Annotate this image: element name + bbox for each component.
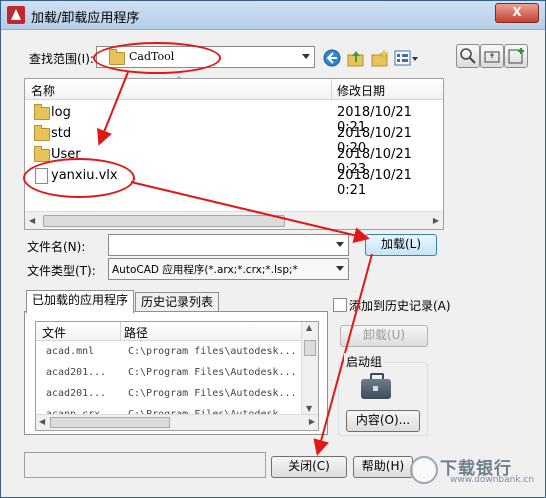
column-path-header[interactable]: 路径 — [124, 324, 148, 341]
scroll-up-icon[interactable]: ▲ — [306, 323, 312, 332]
help-button[interactable]: 帮助(H) — [353, 456, 413, 478]
chevron-down-icon — [302, 54, 310, 59]
watermark-url: www.downbank.cn — [450, 475, 535, 485]
loaded-apps-list[interactable]: 文件 路径 acad.mnl C:\program files\autodesk… — [35, 321, 319, 431]
contents-button[interactable]: 内容(O)... — [346, 410, 420, 432]
column-separator[interactable] — [120, 322, 121, 340]
apps-vertical-scrollbar[interactable]: ▲ ▼ — [301, 322, 318, 414]
file-name: std — [51, 126, 72, 141]
file-row-log[interactable]: log 2018/10/21 0:21 — [25, 102, 443, 135]
downbank-logo-icon — [410, 456, 438, 484]
tab-loaded-apps[interactable]: 已加载的应用程序 — [26, 290, 135, 313]
autocad-logo-icon — [7, 6, 25, 24]
scroll-thumb[interactable] — [43, 215, 285, 227]
chevron-down-icon — [336, 266, 344, 271]
apps-horizontal-scrollbar[interactable]: ◀ ▶ — [36, 414, 318, 430]
view-menu-icon[interactable] — [393, 48, 419, 68]
back-icon[interactable] — [322, 48, 342, 68]
app-file: acad201... — [46, 367, 107, 378]
app-file: acad.mnl — [46, 346, 95, 357]
chevron-down-icon — [336, 242, 344, 247]
file-row-user[interactable]: User 2018/10/21 0:23 — [25, 144, 443, 177]
filetype-label: 文件类型(T): — [27, 264, 96, 278]
file-icon — [35, 168, 48, 184]
up-folder-icon[interactable] — [346, 48, 366, 68]
column-name-header[interactable]: 名称 — [31, 82, 55, 99]
folder-icon — [34, 146, 50, 162]
filetype-dropdown[interactable]: AutoCAD 应用程序(*.arx;*.crx;*.lsp;* — [108, 258, 349, 280]
app-path: C:\program files\autodesk... — [128, 346, 297, 357]
search-file-button[interactable] — [456, 44, 480, 68]
scroll-thumb[interactable] — [304, 340, 316, 356]
file-name: log — [51, 105, 71, 120]
file-list-horizontal-scrollbar[interactable]: ◀ ▶ — [25, 211, 443, 229]
filename-input[interactable] — [108, 234, 349, 256]
scroll-right-icon[interactable]: ▶ — [309, 417, 315, 426]
folder-open-icon — [484, 51, 500, 63]
status-box — [24, 452, 266, 478]
scroll-right-icon[interactable]: ▶ — [433, 216, 439, 225]
startup-group-label: 启动组 — [344, 353, 385, 370]
folder-icon — [34, 104, 50, 120]
window-title: 加载/卸载应用程序 — [31, 11, 140, 26]
add-history-checkbox[interactable] — [333, 298, 347, 312]
filetype-value: AutoCAD 应用程序(*.arx;*.crx;*.lsp;* — [112, 264, 298, 276]
unload-button[interactable]: 卸载(U) — [340, 325, 428, 347]
close-window-button[interactable]: X — [495, 3, 539, 23]
load-button[interactable]: 加载(L) — [365, 234, 437, 256]
file-row-std[interactable]: std 2018/10/21 0:20 — [25, 123, 443, 156]
column-date-header[interactable]: 修改日期 — [337, 82, 385, 99]
scroll-down-icon[interactable]: ▼ — [306, 404, 312, 413]
new-folder-icon[interactable] — [370, 48, 390, 68]
app-row[interactable]: acad201... C:\Program Files\Autodesk... — [36, 363, 301, 384]
app-row[interactable]: acad201... C:\Program Files\Autodesk... — [36, 384, 301, 405]
file-list-header: 名称 ^ 修改日期 — [25, 76, 443, 100]
file-name: yanxiu.vlx — [51, 168, 118, 183]
add-file-icon — [508, 48, 524, 64]
column-separator[interactable] — [331, 79, 332, 99]
column-file-header[interactable]: 文件 — [42, 324, 66, 341]
title-bar[interactable]: 加载/卸载应用程序 X — [1, 1, 545, 30]
add-file-button[interactable] — [504, 44, 528, 68]
lookin-dropdown[interactable]: CadTool — [96, 46, 315, 68]
scroll-left-icon[interactable]: ◀ — [29, 216, 35, 225]
file-name: User — [51, 147, 81, 162]
add-history-label[interactable]: 添加到历史记录(A) — [349, 297, 451, 314]
file-row-yanxiu[interactable]: yanxiu.vlx 2018/10/21 0:21 — [25, 165, 443, 198]
loaded-apps-header: 文件 路径 — [36, 322, 301, 341]
folder-icon — [34, 125, 50, 141]
folder-icon — [109, 49, 125, 65]
lookin-value: CadTool — [129, 50, 175, 63]
search-icon — [460, 48, 476, 64]
tab-history-list[interactable]: 历史记录列表 — [135, 292, 220, 312]
app-path: C:\Program Files\Autodesk... — [128, 388, 297, 399]
loaded-apps-panel: 文件 路径 acad.mnl C:\program files\autodesk… — [24, 311, 328, 435]
watermark: 下载银行 www.downbank.cn — [410, 452, 542, 486]
app-row[interactable]: acad.mnl C:\program files\autodesk... — [36, 342, 301, 363]
scroll-left-icon[interactable]: ◀ — [39, 417, 45, 426]
app-file: acad201... — [46, 388, 107, 399]
sort-arrow-icon: ^ — [175, 76, 183, 86]
briefcase-icon — [361, 373, 391, 399]
file-list[interactable]: 名称 ^ 修改日期 log 2018/10/21 0:21 std 2018/1… — [24, 76, 444, 230]
scroll-thumb[interactable] — [50, 417, 170, 428]
app-path: C:\Program Files\Autodesk... — [128, 367, 297, 378]
file-date: 2018/10/21 0:21 — [337, 168, 412, 198]
lookin-label: 查找范围(I): — [29, 52, 94, 66]
close-button[interactable]: 关闭(C) — [271, 456, 347, 478]
browse-button[interactable] — [480, 44, 504, 68]
filename-label: 文件名(N): — [27, 240, 86, 254]
